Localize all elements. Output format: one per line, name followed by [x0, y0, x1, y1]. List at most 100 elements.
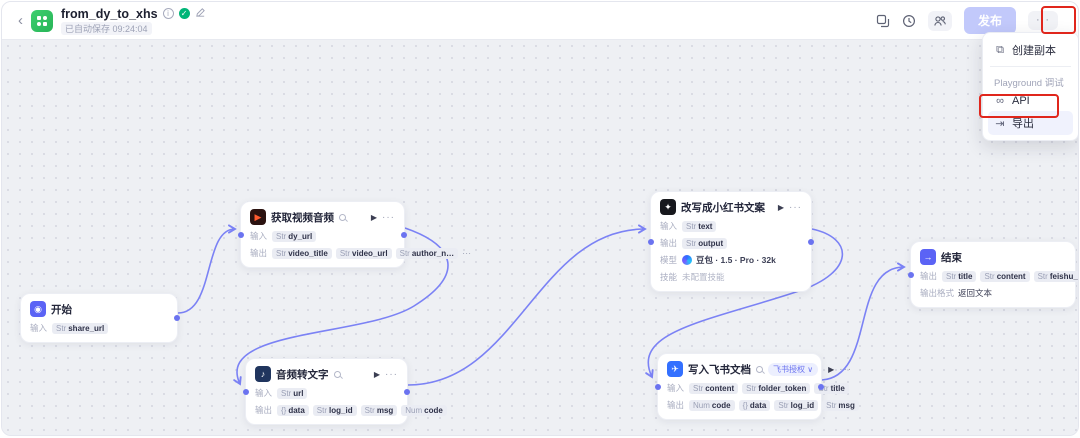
param-name: title	[831, 384, 845, 393]
param-name: output	[698, 239, 723, 248]
param-name: msg	[838, 401, 854, 410]
model-value: 豆包 · 1.5 · Pro · 32k	[682, 254, 776, 266]
edge-start-to-get-video-audio[interactable]	[178, 229, 235, 313]
param-type: Str	[826, 401, 836, 410]
edit-icon[interactable]	[195, 7, 206, 21]
param-name: title	[958, 272, 972, 281]
node-more-icon[interactable]: ···	[789, 205, 802, 210]
row-label: 输出格式	[920, 287, 954, 299]
node-header: ✈写入飞书文档飞书授权 ∨▶···	[667, 361, 812, 377]
copy-icon[interactable]	[876, 14, 890, 28]
node-header: →结束	[920, 249, 1066, 265]
param-chip[interactable]: Strcontent	[980, 271, 1029, 282]
param-chip[interactable]: Strurl	[277, 388, 307, 399]
param-type: Str	[686, 239, 696, 248]
port-left[interactable]	[648, 239, 654, 245]
node-start[interactable]: ◉开始输入Strshare_url	[20, 293, 178, 343]
menu-item-label: API	[1012, 95, 1030, 107]
param-chip[interactable]: Strfeishu_url	[1034, 271, 1079, 282]
param-chip[interactable]: Strdy_url	[272, 231, 316, 242]
param-chip[interactable]: {}data	[277, 405, 309, 416]
port-left[interactable]	[655, 384, 661, 390]
chips-overflow-icon[interactable]: ···	[462, 248, 471, 258]
publish-button[interactable]: 发布	[964, 7, 1016, 34]
menu-item-export[interactable]: ⇥导出	[988, 111, 1073, 135]
param-chip[interactable]: Strtitle	[942, 271, 976, 282]
param-chip[interactable]: Strcontent	[689, 383, 738, 394]
run-node-icon[interactable]: ▶	[828, 365, 834, 374]
port-right[interactable]	[404, 389, 410, 395]
info-icon[interactable]: i	[163, 8, 174, 19]
param-chip[interactable]: Strlog_id	[774, 400, 818, 411]
node-write-feishu-doc[interactable]: ✈写入飞书文档飞书授权 ∨▶··· 输入 Strcontent Strfolder_t…	[657, 353, 822, 420]
edge-write-feishu-doc-to-end[interactable]	[822, 267, 904, 380]
menu-item-label: 创建副本	[1012, 42, 1056, 58]
param-chip[interactable]: Strvideo_title	[272, 248, 332, 259]
param-chip[interactable]: Strfolder_token	[742, 383, 810, 394]
port-left[interactable]	[238, 232, 244, 238]
param-type: Str	[984, 272, 994, 281]
param-chip[interactable]: Strlog_id	[313, 405, 357, 416]
workflow-title: from_dy_to_xhs	[61, 7, 158, 21]
param-chip[interactable]: Stroutput	[682, 238, 727, 249]
node-more-icon[interactable]: ···	[839, 367, 852, 372]
param-chip[interactable]: Strmsg	[822, 400, 859, 411]
param-type: Str	[276, 249, 286, 258]
workflow-canvas[interactable]: ◉开始输入Strshare_url▶获取视频音频▶···输入Strdy_url输…	[2, 40, 1079, 436]
port-left[interactable]	[908, 272, 914, 278]
output-format-value: 返回文本	[958, 287, 992, 299]
more-context-menu: ⧉创建副本 Playground 调试∞API⇥导出	[982, 32, 1079, 141]
port-right[interactable]	[401, 232, 407, 238]
port-left[interactable]	[243, 389, 249, 395]
plugin-link-icon	[756, 366, 763, 373]
run-node-icon[interactable]: ▶	[374, 370, 380, 379]
row-label: 输出	[660, 237, 678, 249]
menu-item-api[interactable]: ∞API	[988, 91, 1073, 111]
more-button[interactable]: ···	[1028, 11, 1058, 30]
row-label: 输入	[660, 220, 678, 232]
node-audio-to-text[interactable]: ♪音频转文字▶···输入Strurl输出{}dataStrlog_idStrms…	[245, 358, 408, 425]
param-chip[interactable]: Strauthor_n…	[396, 248, 458, 259]
auth-badge[interactable]: 飞书授权 ∨	[768, 363, 818, 376]
run-node-icon[interactable]: ▶	[778, 203, 784, 212]
menu-section-label: Playground 调试	[988, 71, 1073, 91]
node-row: 输入Strurl	[255, 387, 398, 399]
param-chip[interactable]: Numcode	[689, 400, 735, 411]
param-name: code	[712, 401, 731, 410]
node-title: 结束	[941, 250, 962, 265]
row-label: 输入	[667, 382, 685, 394]
audio-plugin-icon: ♪	[255, 366, 271, 382]
param-chip[interactable]: Strvideo_url	[336, 248, 392, 259]
param-type: Str	[693, 384, 703, 393]
port-right[interactable]	[174, 315, 180, 321]
menu-item-duplicate[interactable]: ⧉创建副本	[988, 38, 1073, 62]
node-more-icon[interactable]: ···	[382, 215, 395, 220]
node-get-video-audio[interactable]: ▶获取视频音频▶···输入Strdy_url输出Strvideo_titleSt…	[240, 201, 405, 268]
port-right[interactable]	[818, 384, 824, 390]
node-row: 输出StrtitleStrcontentStrfeishu_url	[920, 270, 1066, 282]
param-chip[interactable]: Strshare_url	[52, 323, 108, 334]
param-chip[interactable]: Numcode	[401, 405, 447, 416]
header-actions: 发布 ···	[876, 7, 1068, 34]
param-name: text	[698, 222, 712, 231]
history-icon[interactable]	[902, 14, 916, 28]
node-row: 输入StrcontentStrfolder_tokenStrtitle	[667, 382, 812, 394]
param-type: Str	[686, 222, 696, 231]
menu-divider	[990, 66, 1071, 67]
node-rewrite-xhs[interactable]: ✦改写成小红书文案▶···输入Strtext输出Stroutput模型豆包 · …	[650, 191, 812, 292]
node-more-icon[interactable]: ···	[385, 372, 398, 377]
plugin-link-icon	[339, 214, 346, 221]
model-name: 豆包 · 1.5 · Pro · 32k	[696, 254, 776, 266]
node-end[interactable]: →结束输出StrtitleStrcontentStrfeishu_url输出格式…	[910, 241, 1076, 308]
node-header: ♪音频转文字▶···	[255, 366, 398, 382]
param-chip[interactable]: Strmsg	[361, 405, 398, 416]
param-name: data	[288, 406, 304, 415]
param-name: content	[705, 384, 734, 393]
back-button[interactable]: ‹	[12, 12, 29, 29]
param-chip[interactable]: Strtext	[682, 221, 716, 232]
port-right[interactable]	[808, 239, 814, 245]
run-node-icon[interactable]: ▶	[371, 213, 377, 222]
param-name: author_n…	[412, 249, 454, 258]
collaborators-icon[interactable]	[928, 11, 952, 31]
param-chip[interactable]: {}data	[739, 400, 771, 411]
